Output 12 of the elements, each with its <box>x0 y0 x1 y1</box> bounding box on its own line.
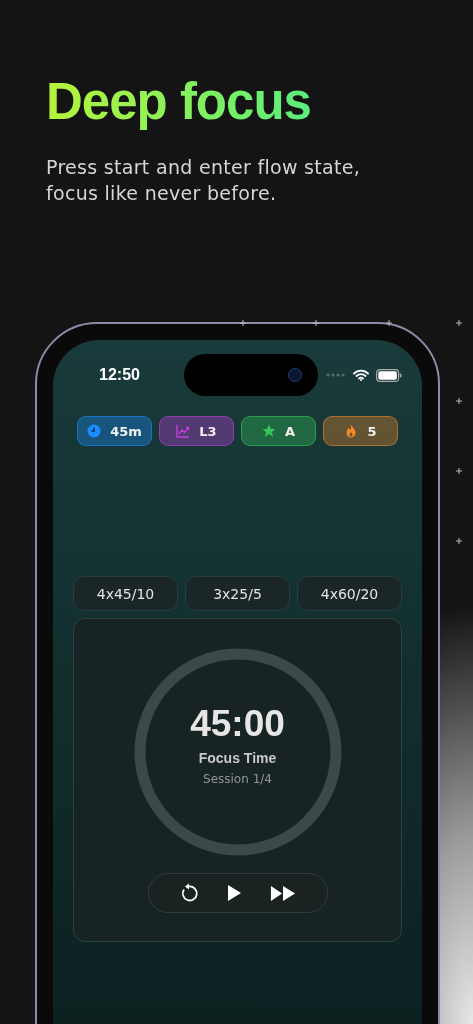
session-counter: Session 1/4 <box>203 772 272 786</box>
stat-badge: 5 <box>323 416 398 446</box>
subtitle: Press start and enter flow state, focus like never before. <box>46 155 362 206</box>
preset-button[interactable]: 3x25/5 <box>185 576 290 611</box>
stat-badge: 45m <box>77 416 152 446</box>
status-time: 12:50 <box>99 366 141 384</box>
timer-label: Focus Time <box>198 750 277 766</box>
stat-badge: L3 <box>159 416 234 446</box>
stat-badge: A <box>241 416 316 446</box>
preset-button[interactable]: 4x60/20 <box>297 576 402 611</box>
timer-value: 45:00 <box>190 704 285 744</box>
preset-button[interactable]: 4x45/10 <box>73 576 178 611</box>
